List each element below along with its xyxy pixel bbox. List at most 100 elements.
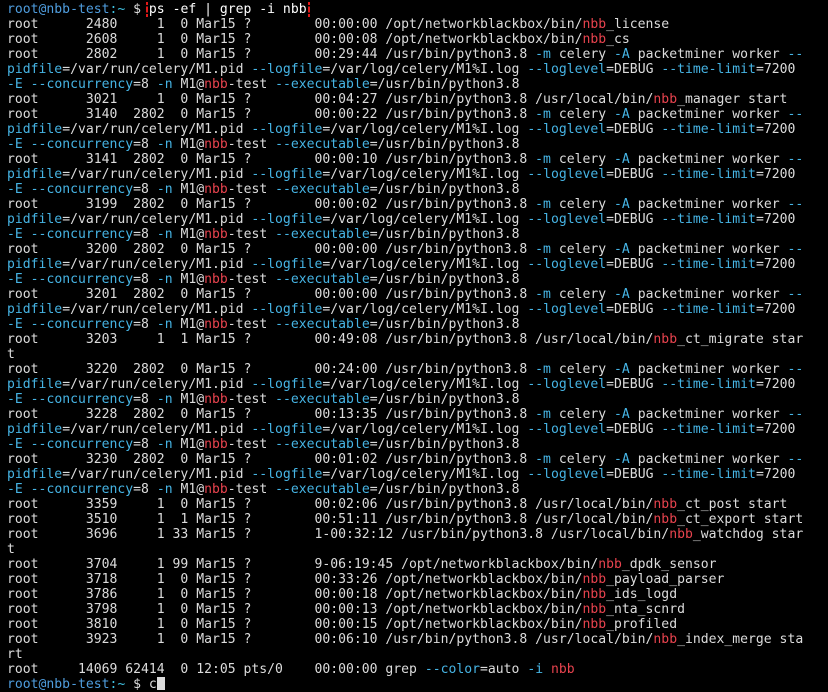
output-text: _cs [606,32,630,47]
output-text: =/var/run/celery/M1.pid [62,377,252,392]
output-text: t [7,542,15,557]
output-line: t [7,347,828,362]
option-flag: -E [7,317,23,332]
output-line: -E --concurrency=8 -n M1@nbb-test --exec… [7,182,828,197]
output-text: =7200 [755,422,796,437]
output-text: =/usr/bin/python3.8 [369,272,520,287]
output-line: pidfile=/var/run/celery/M1.pid --logfile… [7,302,828,317]
option-flag: --concurrency [30,272,134,287]
option-flag: --time-limit [661,422,756,437]
output-text: =7200 [755,377,796,392]
output-text: =/var/run/celery/M1.pid [62,257,252,272]
option-flag: --time-limit [661,302,756,317]
output-text: =/var/log/celery/M1%I.log [322,302,528,317]
option-flag: pidfile [7,167,63,182]
output-line: -E --concurrency=8 -n M1@nbb-test --exec… [7,317,828,332]
option-flag: --logfile [251,422,323,437]
option-flag: --logfile [251,257,323,272]
option-flag: --time-limit [661,257,756,272]
output-text: -test [227,482,276,497]
option-flag: pidfile [7,257,63,272]
output-text: celery [550,107,615,122]
option-flag: -E [7,227,23,242]
option-flag: -n [156,392,173,407]
output-text: =DEBUG [606,422,662,437]
output-text: root 3140 2802 0 Mar15 ? 00:00:22 /usr/b… [7,107,536,122]
output-line: -E --concurrency=8 -n M1@nbb-test --exec… [7,482,828,497]
output-text: root 3359 1 0 Mar15 ? 00:02:06 /usr/bin/… [7,497,654,512]
option-flag: --logfile [251,167,323,182]
output-text: _ct_export start [677,512,804,527]
output-line: pidfile=/var/run/celery/M1.pid --logfile… [7,122,828,137]
output-text: celery [550,452,615,467]
output-text: =8 [133,182,157,197]
output-text: =7200 [755,257,796,272]
output-text: =/usr/bin/python3.8 [369,182,520,197]
output-text: celery [550,287,615,302]
option-flag: -- [787,407,804,422]
output-line: root 3810 1 0 Mar15 ? 00:00:15 /opt/netw… [7,617,828,632]
match-highlight: nbb [582,572,607,587]
output-text: celery [550,47,615,62]
output-text: -test [227,227,276,242]
output-text: =DEBUG [606,167,662,182]
terminal-window[interactable]: root@nbb-test:~ $ ps -ef | grep -i nbb r… [0,0,828,692]
option-flag: --executable [275,182,370,197]
output-text: =DEBUG [606,257,662,272]
output-text: M1@ [172,227,205,242]
option-flag: -E [7,437,23,452]
output-line: root 2802 1 0 Mar15 ? 00:29:44 /usr/bin/… [7,47,828,62]
option-flag: pidfile [7,212,63,227]
option-flag: -m [535,152,551,167]
output-line: root 3203 1 1 Mar15 ? 00:49:08 /usr/bin/… [7,332,828,347]
command-prompt-line: root@nbb-test:~ $ ps -ef | grep -i nbb [7,2,828,17]
output-line: pidfile=/var/run/celery/M1.pid --logfile… [7,467,828,482]
output-text: celery [550,242,615,257]
match-highlight: nbb [653,332,678,347]
option-flag: -n [156,317,173,332]
output-text: root 3510 1 1 Mar15 ? 00:51:11 /usr/bin/… [7,512,654,527]
output-text: _manager start [677,92,788,107]
match-highlight: nbb [653,512,678,527]
output-text: -test [227,137,276,152]
match-highlight: nbb [653,632,678,647]
option-flag: --executable [275,227,370,242]
option-flag: --concurrency [30,482,134,497]
option-flag: --loglevel [527,302,607,317]
output-text: root 3199 2802 0 Mar15 ? 00:00:02 /usr/b… [7,197,536,212]
option-flag: pidfile [7,62,63,77]
option-flag: --concurrency [30,227,134,242]
output-text: =8 [133,392,157,407]
output-text: root 3923 1 0 Mar15 ? 00:06:10 /usr/bin/… [7,632,654,647]
option-flag: --executable [275,392,370,407]
output-line: root 3798 1 0 Mar15 ? 00:00:13 /opt/netw… [7,602,828,617]
option-flag: -n [156,227,173,242]
match-highlight: nbb [204,77,228,92]
output-line: root 3140 2802 0 Mar15 ? 00:00:22 /usr/b… [7,107,828,122]
option-flag: pidfile [7,302,63,317]
output-line: root 3199 2802 0 Mar15 ? 00:00:02 /usr/b… [7,197,828,212]
output-text: -test [227,272,276,287]
option-flag: -m [535,287,551,302]
option-flag: -n [156,272,173,287]
option-flag: --color [424,662,480,677]
match-highlight: nbb [204,137,228,152]
output-text: packetminer worker [629,452,788,467]
output-text: root 3230 2802 0 Mar15 ? 00:01:02 /usr/b… [7,452,536,467]
output-text: _profiled [606,617,678,632]
output-text: =8 [133,272,157,287]
output-line: pidfile=/var/run/celery/M1.pid --logfile… [7,257,828,272]
output-text: =/usr/bin/python3.8 [369,77,520,92]
output-text: _ids_logd [606,587,678,602]
output-text: =/var/log/celery/M1%I.log [322,212,528,227]
option-flag: -- [787,362,804,377]
output-text: =DEBUG [606,212,662,227]
option-flag: --loglevel [527,467,607,482]
output-line: root 3696 1 33 Mar15 ? 1-00:32:12 /usr/b… [7,527,828,542]
output-line: pidfile=/var/run/celery/M1.pid --logfile… [7,422,828,437]
